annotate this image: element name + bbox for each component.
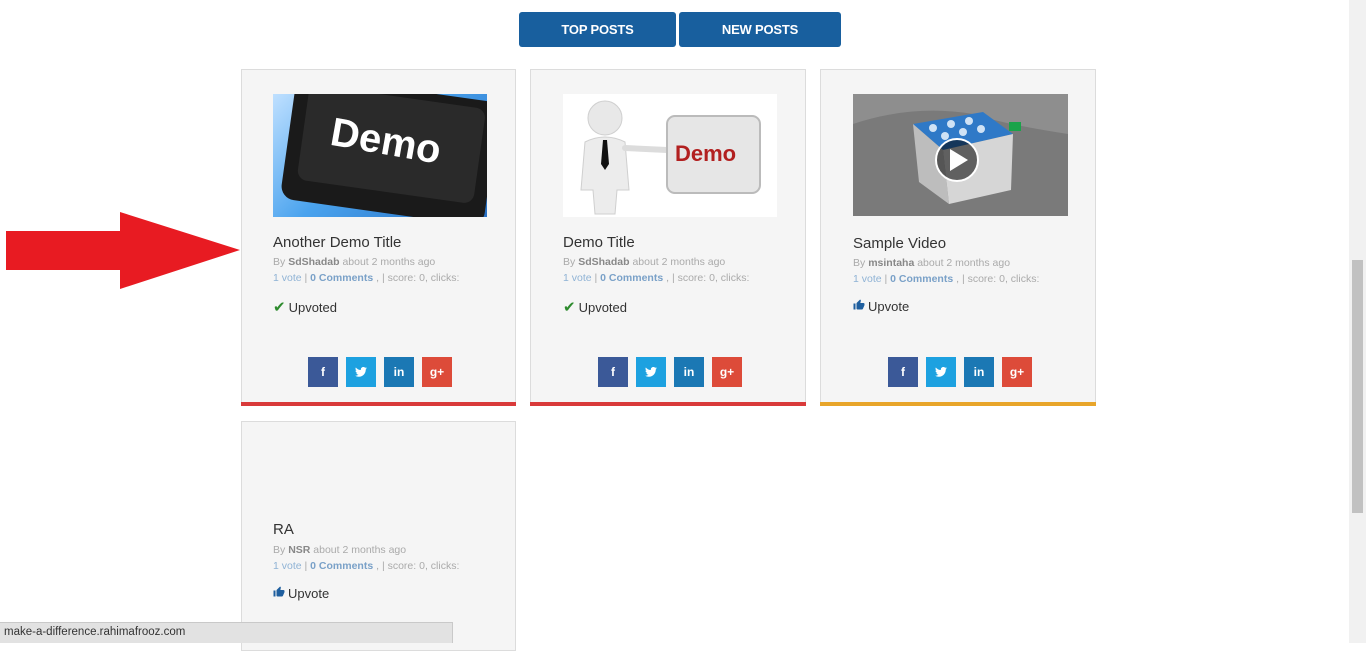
post-card: RA By NSR about 2 months ago 1 vote | 0 … (241, 421, 516, 651)
post-card: Demo Demo Title By SdShadab about 2 mont… (530, 69, 806, 406)
post-title[interactable]: Another Demo Title (273, 234, 401, 251)
googleplus-share-icon[interactable]: g+ (1002, 357, 1032, 387)
check-icon: ✔ (273, 299, 286, 316)
post-card: Sample Video By msintaha about 2 months … (820, 69, 1096, 406)
thumbs-up-icon (853, 299, 865, 314)
share-buttons: f in g+ (598, 357, 742, 387)
googleplus-share-icon[interactable]: g+ (712, 357, 742, 387)
check-icon: ✔ (563, 299, 576, 316)
share-buttons: f in g+ (308, 357, 452, 387)
vote-count-link[interactable]: 1 vote (853, 273, 882, 285)
post-byline: By SdShadab about 2 months ago (273, 256, 436, 268)
twitter-share-icon[interactable] (636, 357, 666, 387)
new-posts-tab[interactable]: NEW POSTS (679, 12, 841, 47)
post-author[interactable]: SdShadab (578, 256, 629, 268)
keyboard-demo-image: Demo (281, 94, 487, 217)
scrollbar-thumb[interactable] (1352, 260, 1363, 513)
browser-status-url: make-a-difference.rahimafrooz.com (0, 622, 453, 643)
battery-video-image (853, 94, 1068, 216)
post-byline: By SdShadab about 2 months ago (563, 256, 726, 268)
comments-link[interactable]: 0 Comments (310, 560, 373, 572)
upvoted-status[interactable]: ✔ Upvoted (563, 298, 627, 316)
post-title[interactable]: Demo Title (563, 234, 635, 251)
red-arrow-annotation (6, 212, 240, 289)
linkedin-share-icon[interactable]: in (964, 357, 994, 387)
post-byline: By msintaha about 2 months ago (853, 257, 1011, 269)
upvoted-status[interactable]: ✔ Upvoted (273, 298, 337, 316)
presenter-demo-image: Demo (580, 100, 761, 215)
post-byline: By NSR about 2 months ago (273, 544, 407, 556)
thumbs-up-icon (273, 586, 285, 601)
post-stats: 1 vote | 0 Comments , | score: 0, clicks… (563, 272, 750, 284)
top-posts-tab[interactable]: TOP POSTS (519, 12, 676, 47)
googleplus-share-icon[interactable]: g+ (422, 357, 452, 387)
upvote-button[interactable]: Upvote (853, 299, 909, 314)
upvote-button[interactable]: Upvote (273, 586, 329, 601)
post-stats: 1 vote | 0 Comments , | score: 0, clicks… (273, 560, 460, 572)
vertical-scrollbar[interactable] (1349, 0, 1366, 643)
video-thumbnail[interactable] (853, 94, 1068, 216)
post-thumbnail[interactable]: Demo (563, 94, 777, 217)
post-author[interactable]: NSR (288, 544, 310, 556)
facebook-share-icon[interactable]: f (888, 357, 918, 387)
card-accent-bar (241, 402, 516, 406)
card-accent-bar (820, 402, 1096, 406)
comments-link[interactable]: 0 Comments (310, 272, 373, 284)
card-accent-bar (530, 402, 806, 406)
facebook-share-icon[interactable]: f (308, 357, 338, 387)
comments-link[interactable]: 0 Comments (600, 272, 663, 284)
share-buttons: f in g+ (888, 357, 1032, 387)
post-title[interactable]: RA (273, 521, 294, 538)
twitter-share-icon[interactable] (926, 357, 956, 387)
post-author[interactable]: SdShadab (288, 256, 339, 268)
svg-text:Demo: Demo (675, 141, 736, 166)
linkedin-share-icon[interactable]: in (674, 357, 704, 387)
post-tabs: TOP POSTS NEW POSTS (519, 12, 841, 47)
comments-link[interactable]: 0 Comments (890, 273, 953, 285)
vote-count-link[interactable]: 1 vote (273, 560, 302, 572)
facebook-share-icon[interactable]: f (598, 357, 628, 387)
post-stats: 1 vote | 0 Comments , | score: 0, clicks… (273, 272, 460, 284)
post-title[interactable]: Sample Video (853, 235, 946, 252)
vote-count-link[interactable]: 1 vote (563, 272, 592, 284)
post-card: Demo Another Demo Title By SdShadab abou… (241, 69, 516, 406)
twitter-share-icon[interactable] (346, 357, 376, 387)
post-author[interactable]: msintaha (868, 257, 914, 269)
linkedin-share-icon[interactable]: in (384, 357, 414, 387)
vote-count-link[interactable]: 1 vote (273, 272, 302, 284)
post-thumbnail[interactable]: Demo (273, 94, 487, 217)
post-stats: 1 vote | 0 Comments , | score: 0, clicks… (853, 273, 1040, 285)
